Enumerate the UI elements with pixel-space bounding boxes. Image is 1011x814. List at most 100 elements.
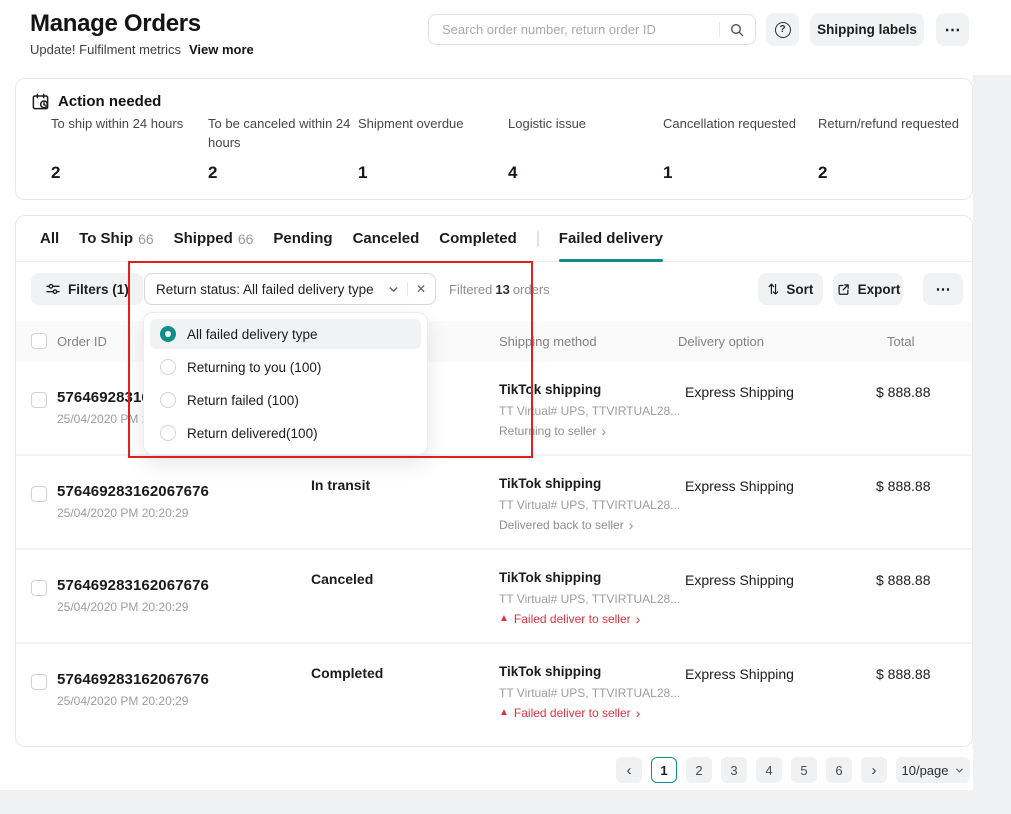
- prev-page-button[interactable]: ‹: [616, 757, 642, 783]
- radio-icon[interactable]: [160, 425, 176, 441]
- order-search-box[interactable]: [428, 14, 756, 45]
- row-checkbox[interactable]: [31, 392, 47, 408]
- tab-all[interactable]: All: [40, 216, 59, 262]
- search-divider: [719, 22, 720, 37]
- select-all-checkbox[interactable]: [31, 333, 47, 349]
- delivery-option: Express Shipping: [685, 384, 794, 400]
- return-status-filter-value: Return status: All failed delivery type: [156, 282, 387, 297]
- search-input[interactable]: [442, 22, 713, 37]
- tab-canceled[interactable]: Canceled: [353, 216, 420, 262]
- tab-count: 66: [138, 231, 154, 247]
- metric-to-be-canceled-24h[interactable]: To be canceled within 24 hours 2: [208, 115, 358, 153]
- search-icon[interactable]: [729, 22, 745, 38]
- shipping-tracking: TT Virtual# UPS, TTVIRTUAL28...: [499, 592, 680, 606]
- metric-value: 2: [208, 163, 217, 183]
- filters-button[interactable]: Filters (1): [31, 273, 143, 305]
- shipping-status-link[interactable]: ▲ Failed deliver to seller ›: [499, 612, 640, 626]
- shipping-status-link[interactable]: Returning to seller ›: [499, 424, 606, 438]
- metric-logistic-issue[interactable]: Logistic issue 4: [508, 115, 658, 134]
- orders-panel: All To Ship66 Shipped66 Pending Canceled…: [15, 215, 973, 747]
- page-button-5[interactable]: 5: [791, 757, 817, 783]
- order-status-tabs: All To Ship66 Shipped66 Pending Canceled…: [16, 216, 972, 262]
- return-status-filter-select[interactable]: Return status: All failed delivery type …: [144, 273, 436, 305]
- column-header-order-id: Order ID: [57, 334, 107, 349]
- order-row: 576469283162067676 25/04/2020 PM 20:20:2…: [16, 644, 972, 738]
- toolbar-more-button[interactable]: ⋯: [923, 273, 963, 305]
- next-page-button[interactable]: ›: [861, 757, 887, 783]
- order-id[interactable]: 576469283162067676: [57, 671, 209, 688]
- sort-button[interactable]: ⇅ Sort: [758, 273, 823, 305]
- shipping-tracking: TT Virtual# UPS, TTVIRTUAL28...: [499, 498, 680, 512]
- chevron-down-icon[interactable]: [387, 283, 400, 296]
- vertical-scrollbar-track[interactable]: [973, 75, 1011, 790]
- shipping-status-link[interactable]: Delivered back to seller ›: [499, 518, 633, 532]
- help-button[interactable]: ?: [766, 13, 799, 46]
- order-status: In transit: [311, 477, 370, 493]
- order-total: $ 888.88: [876, 666, 931, 682]
- radio-icon[interactable]: [160, 392, 176, 408]
- metric-value: 2: [818, 163, 827, 183]
- row-checkbox[interactable]: [31, 674, 47, 690]
- shipping-method: TikTok shipping: [499, 382, 601, 397]
- delivery-option: Express Shipping: [685, 666, 794, 682]
- shipping-status-link[interactable]: ▲ Failed deliver to seller ›: [499, 706, 640, 720]
- metric-value: 4: [508, 163, 517, 183]
- metric-return-refund-requested[interactable]: Return/refund requested 2: [818, 115, 968, 134]
- tab-shipped[interactable]: Shipped66: [174, 216, 254, 262]
- order-row: 576469283162067676 25/04/2020 PM 20:20:2…: [16, 550, 972, 644]
- page-button-1[interactable]: 1: [651, 757, 677, 783]
- header-more-button[interactable]: ⋯: [936, 13, 969, 46]
- order-status: Completed: [311, 665, 383, 681]
- row-checkbox[interactable]: [31, 580, 47, 596]
- radio-icon[interactable]: [160, 359, 176, 375]
- tab-failed-delivery[interactable]: Failed delivery: [559, 216, 663, 262]
- page-button-4[interactable]: 4: [756, 757, 782, 783]
- calendar-clock-icon: [31, 92, 50, 111]
- dropdown-option-return-delivered[interactable]: Return delivered(100): [150, 418, 421, 448]
- tab-to-ship[interactable]: To Ship66: [79, 216, 153, 262]
- shipping-labels-button[interactable]: Shipping labels: [810, 13, 924, 46]
- page-size-select[interactable]: 10/page: [896, 757, 970, 783]
- export-button[interactable]: Export: [833, 273, 903, 305]
- metric-label: To ship within 24 hours: [51, 115, 201, 134]
- horizontal-scrollbar-track[interactable]: [0, 790, 1011, 814]
- chevron-down-icon: [954, 765, 965, 776]
- page-header: Manage Orders Update! Fulfilment metrics…: [0, 0, 973, 75]
- chevron-right-icon: ›: [636, 706, 641, 720]
- column-header-total: Total: [887, 334, 914, 349]
- chevron-right-icon: ›: [636, 612, 641, 626]
- radio-selected-icon[interactable]: [160, 326, 176, 342]
- view-more-link[interactable]: View more: [189, 42, 254, 57]
- combobox-divider: [407, 282, 408, 296]
- tab-divider: [537, 231, 539, 247]
- dropdown-option-return-failed[interactable]: Return failed (100): [150, 385, 421, 415]
- dropdown-option-returning-to-you[interactable]: Returning to you (100): [150, 352, 421, 382]
- metric-label: Return/refund requested: [818, 115, 968, 134]
- return-status-dropdown: All failed delivery type Returning to yo…: [143, 312, 428, 455]
- tab-completed[interactable]: Completed: [439, 216, 517, 262]
- order-date: 25/04/2020 PM 20:20:29: [57, 506, 188, 520]
- dropdown-option-all-failed[interactable]: All failed delivery type: [150, 319, 421, 349]
- shipping-method: TikTok shipping: [499, 570, 601, 585]
- order-total: $ 888.88: [876, 478, 931, 494]
- page-title: Manage Orders: [30, 10, 201, 38]
- ellipsis-icon: ⋯: [945, 20, 961, 40]
- metric-shipment-overdue[interactable]: Shipment overdue 1: [358, 115, 508, 134]
- filters-label: Filters (1): [68, 282, 129, 297]
- clear-filter-icon[interactable]: ✕: [416, 282, 426, 296]
- order-row: 576469283162067676 25/04/2020 PM 20:20:2…: [16, 456, 972, 550]
- metric-to-ship-24h[interactable]: To ship within 24 hours 2: [51, 115, 201, 134]
- sort-label: Sort: [786, 282, 813, 297]
- page-button-6[interactable]: 6: [826, 757, 852, 783]
- order-id[interactable]: 576469283162067676: [57, 483, 209, 500]
- sort-icon: ⇅: [768, 281, 780, 298]
- metric-cancellation-requested[interactable]: Cancellation requested 1: [663, 115, 813, 134]
- page-button-3[interactable]: 3: [721, 757, 747, 783]
- tab-pending[interactable]: Pending: [273, 216, 332, 262]
- page-button-2[interactable]: 2: [686, 757, 712, 783]
- metric-value: 1: [358, 163, 367, 183]
- order-id[interactable]: 576469283162067676: [57, 577, 209, 594]
- chevron-right-icon: ›: [629, 518, 634, 532]
- metric-label: Shipment overdue: [358, 115, 508, 134]
- row-checkbox[interactable]: [31, 486, 47, 502]
